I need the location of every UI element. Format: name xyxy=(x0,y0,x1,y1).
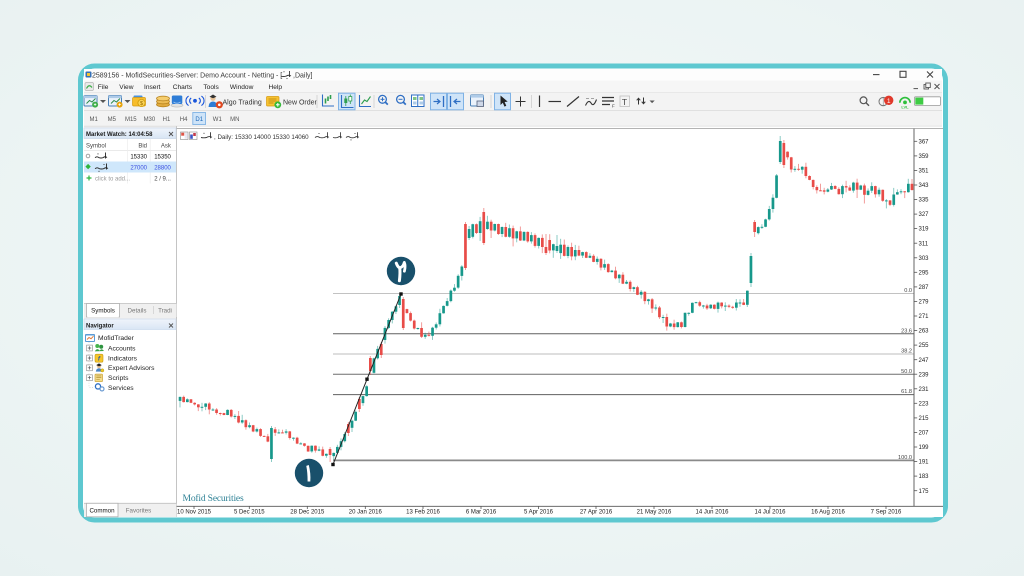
svg-text:Expert Advisors: Expert Advisors xyxy=(108,365,155,372)
svg-text:15350: 15350 xyxy=(154,155,171,161)
svg-text:Algo Trading: Algo Trading xyxy=(223,99,262,106)
svg-text:175: 175 xyxy=(919,489,930,495)
svg-text:Services: Services xyxy=(108,385,134,392)
svg-text:6 Mar 2016: 6 Mar 2016 xyxy=(466,509,497,515)
svg-text:LVL: LVL xyxy=(901,105,909,110)
svg-text:15330: 15330 xyxy=(130,155,147,161)
svg-text:100.0: 100.0 xyxy=(898,455,912,461)
svg-text:2589156 - MofidSecurities-Serv: 2589156 - MofidSecurities-Server: Demo A… xyxy=(92,73,282,80)
svg-text:5 Dec 2015: 5 Dec 2015 xyxy=(234,509,265,515)
svg-text:Charts: Charts xyxy=(173,84,193,91)
svg-text:263: 263 xyxy=(919,329,930,335)
svg-text:Help: Help xyxy=(269,84,283,91)
svg-text:Ask: Ask xyxy=(161,143,172,149)
svg-text:367: 367 xyxy=(919,139,930,145)
svg-text:View: View xyxy=(119,84,133,91)
svg-text:,Daily]: ,Daily] xyxy=(293,73,313,80)
svg-text:271: 271 xyxy=(919,314,930,320)
svg-text:287: 287 xyxy=(919,285,930,291)
svg-text:Common: Common xyxy=(89,507,115,514)
svg-text:Navigator: Navigator xyxy=(86,323,114,329)
svg-text:Market Watch: 14:04:58: Market Watch: 14:04:58 xyxy=(86,132,153,138)
svg-text:1: 1 xyxy=(887,98,891,105)
svg-text:27 Apr 2016: 27 Apr 2016 xyxy=(580,509,613,515)
svg-text:20 Jan 2016: 20 Jan 2016 xyxy=(349,509,383,515)
svg-text:13 Feb 2016: 13 Feb 2016 xyxy=(406,509,440,515)
svg-text:183: 183 xyxy=(919,474,930,480)
svg-text:14 Jul 2016: 14 Jul 2016 xyxy=(754,509,786,515)
svg-text:359: 359 xyxy=(919,154,930,160)
svg-text:Mofid Securities: Mofid Securities xyxy=(183,493,244,504)
svg-text:319: 319 xyxy=(919,227,930,233)
svg-text:Symbols: Symbols xyxy=(91,308,115,315)
svg-text:$: $ xyxy=(140,101,143,107)
svg-text:W1: W1 xyxy=(213,117,223,123)
svg-text:Details: Details xyxy=(128,308,147,315)
svg-text:F: F xyxy=(612,104,615,109)
svg-text:7 Sep 2016: 7 Sep 2016 xyxy=(871,509,902,515)
svg-text:231: 231 xyxy=(919,387,930,393)
svg-text:M30: M30 xyxy=(144,117,156,123)
svg-text:223: 223 xyxy=(919,401,930,407)
svg-text:61.8: 61.8 xyxy=(901,389,912,395)
svg-text:23.6: 23.6 xyxy=(901,328,912,334)
svg-text:199: 199 xyxy=(919,445,930,451)
svg-text:303: 303 xyxy=(919,256,930,262)
svg-text:Insert: Insert xyxy=(144,84,161,91)
svg-text:Window: Window xyxy=(230,84,254,91)
svg-text:Tradi: Tradi xyxy=(158,308,172,315)
svg-text:16 Aug 2016: 16 Aug 2016 xyxy=(811,509,845,515)
svg-text:50.0: 50.0 xyxy=(901,369,912,375)
svg-text:M15: M15 xyxy=(125,117,137,123)
svg-text:21 May 2016: 21 May 2016 xyxy=(637,509,672,515)
svg-text:28 Dec 2015: 28 Dec 2015 xyxy=(290,509,325,515)
svg-text:, Daily: 15330 14000 15330 14: , Daily: 15330 14000 15330 14060 xyxy=(214,134,309,141)
svg-text:Symbol: Symbol xyxy=(86,143,106,149)
svg-text:255: 255 xyxy=(919,343,930,349)
svg-text:New Order: New Order xyxy=(283,99,318,106)
svg-text:Bid: Bid xyxy=(138,143,147,149)
svg-text:MN: MN xyxy=(230,117,239,123)
svg-text:M5: M5 xyxy=(108,117,117,123)
svg-text:Tools: Tools xyxy=(203,84,219,91)
svg-text:351: 351 xyxy=(919,169,930,175)
svg-text:215: 215 xyxy=(919,416,930,422)
svg-text:H1: H1 xyxy=(163,117,171,123)
svg-text:Indicators: Indicators xyxy=(108,355,138,362)
svg-text:2 / 9...: 2 / 9... xyxy=(154,177,171,183)
svg-text:5 Apr 2016: 5 Apr 2016 xyxy=(524,509,554,515)
svg-text:27000: 27000 xyxy=(130,166,147,172)
svg-text:T: T xyxy=(622,97,627,107)
svg-text:207: 207 xyxy=(919,431,930,437)
svg-text:311: 311 xyxy=(919,241,929,247)
svg-text:Favorites: Favorites xyxy=(126,507,151,514)
svg-text:191: 191 xyxy=(919,460,930,466)
svg-text:327: 327 xyxy=(919,212,930,218)
svg-text:File: File xyxy=(98,84,109,91)
svg-text:click to add...: click to add... xyxy=(95,177,130,183)
svg-text:247: 247 xyxy=(919,358,930,364)
svg-text:239: 239 xyxy=(919,372,930,378)
svg-text:279: 279 xyxy=(919,300,930,306)
svg-text:28800: 28800 xyxy=(154,166,171,172)
svg-text:D1: D1 xyxy=(195,117,203,123)
svg-text:14 Jun 2016: 14 Jun 2016 xyxy=(695,509,729,515)
svg-text:10 Nov 2015: 10 Nov 2015 xyxy=(177,509,212,515)
svg-text:38.2: 38.2 xyxy=(901,349,912,355)
svg-text:335: 335 xyxy=(919,198,930,204)
svg-text:343: 343 xyxy=(919,183,930,189)
svg-text:Scripts: Scripts xyxy=(108,375,129,382)
svg-text:MofidTrader: MofidTrader xyxy=(98,335,135,342)
svg-text:295: 295 xyxy=(919,270,930,276)
svg-text:0.0: 0.0 xyxy=(904,288,912,294)
svg-text:Accounts: Accounts xyxy=(108,345,136,352)
svg-text:M1: M1 xyxy=(90,117,99,123)
svg-text:H4: H4 xyxy=(180,117,188,123)
